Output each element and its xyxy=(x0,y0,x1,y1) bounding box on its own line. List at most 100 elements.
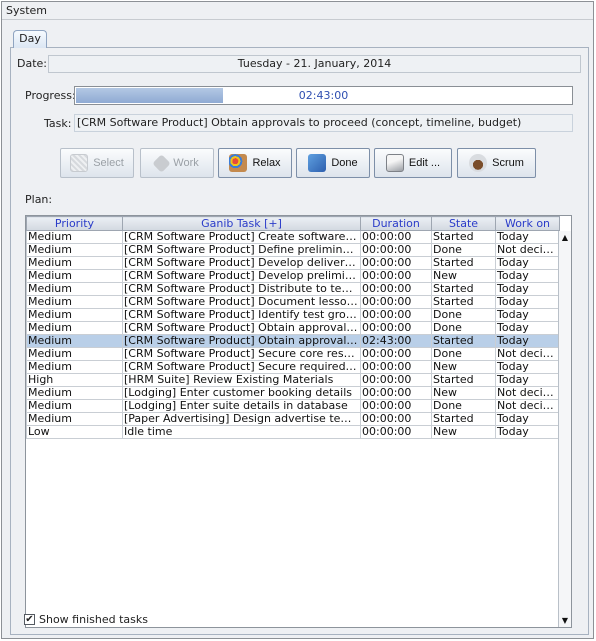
cell-work-on: Today xyxy=(495,373,560,387)
cell-work-on: Today xyxy=(495,425,560,439)
table-row[interactable]: Medium [CRM Software Product] Obtain appr… xyxy=(26,334,560,348)
show-finished-label[interactable]: Show finished tasks xyxy=(39,613,148,626)
cell-work-on: Today xyxy=(495,295,560,309)
relax-icon xyxy=(229,154,248,172)
cell-task: [CRM Software Product] Define preliminar… xyxy=(122,243,361,257)
cell-duration: 00:00:00 xyxy=(360,412,432,426)
plan-table[interactable]: Priority Ganib Task [+] Duration State W… xyxy=(25,215,572,628)
table-row[interactable]: Medium [Lodging] Enter customer booking d… xyxy=(26,386,560,400)
table-row[interactable]: Medium [CRM Software Product] Develop pre… xyxy=(26,269,560,283)
cell-priority: Medium xyxy=(26,282,123,296)
cell-state: Started xyxy=(431,282,496,296)
cell-duration: 00:00:00 xyxy=(360,230,432,244)
work-icon xyxy=(152,153,171,173)
cell-work-on: Not decided xyxy=(495,386,560,400)
scroll-up-icon[interactable]: ▲ xyxy=(559,231,571,244)
cell-duration: 02:43:00 xyxy=(360,334,432,348)
cell-state: Started xyxy=(431,412,496,426)
cell-work-on: Today xyxy=(495,321,560,335)
table-row[interactable]: Medium [Lodging] Enter suite details in d… xyxy=(26,399,560,413)
progress-bar: 02:43:00 xyxy=(74,86,573,105)
cell-state: New xyxy=(431,269,496,283)
cell-state: Started xyxy=(431,334,496,348)
cell-state: Started xyxy=(431,295,496,309)
col-header-work-on[interactable]: Work on xyxy=(495,216,560,231)
col-header-task[interactable]: Ganib Task [+] xyxy=(122,216,361,231)
cell-duration: 00:00:00 xyxy=(360,425,432,439)
cell-state: New xyxy=(431,386,496,400)
done-button[interactable]: Done xyxy=(296,148,370,178)
col-header-priority[interactable]: Priority xyxy=(26,216,123,231)
table-row[interactable]: Medium [CRM Software Product] Secure requ… xyxy=(26,360,560,374)
scrum-button[interactable]: Scrum xyxy=(457,148,536,178)
table-row[interactable]: Medium [CRM Software Product] Create soft… xyxy=(26,230,560,244)
table-row[interactable]: Medium [CRM Software Product] Develop del… xyxy=(26,256,560,270)
cell-duration: 00:00:00 xyxy=(360,360,432,374)
progress-value: 02:43:00 xyxy=(298,89,349,102)
cell-state: Started xyxy=(431,230,496,244)
table-row[interactable]: Medium [CRM Software Product] Secure core… xyxy=(26,347,560,361)
cell-work-on: Today xyxy=(495,334,560,348)
plan-label: Plan: xyxy=(25,193,53,206)
table-row[interactable]: Medium [Paper Advertising] Design adverti… xyxy=(26,412,560,426)
cell-priority: Medium xyxy=(26,295,123,309)
cell-duration: 00:00:00 xyxy=(360,386,432,400)
cell-state: Started xyxy=(431,373,496,387)
cell-duration: 00:00:00 xyxy=(360,373,432,387)
relax-button[interactable]: Relax xyxy=(218,148,292,178)
progress-label: Progress: xyxy=(25,89,76,102)
day-panel: Date: Tuesday - 21. January, 2014 Progre… xyxy=(10,47,589,635)
cell-task: [Paper Advertising] Design advertise tem… xyxy=(122,412,361,426)
cell-priority: Medium xyxy=(26,269,123,283)
select-icon xyxy=(70,154,89,172)
table-row[interactable]: Low Idle time 00:00:00 New Today xyxy=(26,425,560,439)
select-button[interactable]: Select xyxy=(60,148,134,178)
cell-state: Done xyxy=(431,308,496,322)
cell-priority: Medium xyxy=(26,360,123,374)
cell-work-on: Today xyxy=(495,256,560,270)
cell-task: [Lodging] Enter customer booking details xyxy=(122,386,361,400)
table-row[interactable]: Medium [CRM Software Product] Document le… xyxy=(26,295,560,309)
col-header-duration[interactable]: Duration xyxy=(360,216,432,231)
table-row[interactable]: High [HRM Suite] Review Existing Material… xyxy=(26,373,560,387)
table-scrollbar[interactable]: ▲ ▼ xyxy=(558,231,571,627)
tab-day[interactable]: Day xyxy=(13,30,47,48)
show-finished-checkbox[interactable]: ✔ xyxy=(24,614,35,625)
cell-duration: 00:00:00 xyxy=(360,321,432,335)
cell-work-on: Today xyxy=(495,269,560,283)
cell-task: [CRM Software Product] Secure required r… xyxy=(122,360,361,374)
table-row[interactable]: Medium [CRM Software Product] Distribute … xyxy=(26,282,560,296)
edit-button[interactable]: Edit ... xyxy=(374,148,452,178)
scroll-down-icon[interactable]: ▼ xyxy=(559,614,571,627)
cell-duration: 00:00:00 xyxy=(360,269,432,283)
table-row[interactable]: Medium [CRM Software Product] Identify te… xyxy=(26,308,560,322)
edit-icon xyxy=(385,154,404,172)
cell-task: Idle time xyxy=(122,425,361,439)
cell-task: [CRM Software Product] Document lessons … xyxy=(122,295,361,309)
date-label: Date: xyxy=(17,57,47,70)
cell-priority: Medium xyxy=(26,256,123,270)
cell-priority: Medium xyxy=(26,308,123,322)
table-row[interactable]: Medium [CRM Software Product] Define prel… xyxy=(26,243,560,257)
cell-priority: Medium xyxy=(26,399,123,413)
cell-state: New xyxy=(431,425,496,439)
work-button[interactable]: Work xyxy=(140,148,214,178)
cell-duration: 00:00:00 xyxy=(360,243,432,257)
menu-system[interactable]: System xyxy=(6,4,47,17)
cell-task: [CRM Software Product] Obtain approvals … xyxy=(122,334,361,348)
cell-duration: 00:00:00 xyxy=(360,347,432,361)
scrum-icon xyxy=(469,154,488,172)
cell-task: [CRM Software Product] Distribute to tea… xyxy=(122,282,361,296)
cell-priority: Medium xyxy=(26,386,123,400)
cell-task: [Lodging] Enter suite details in databas… xyxy=(122,399,361,413)
cell-priority: High xyxy=(26,373,123,387)
cell-task: [CRM Software Product] Obtain approval t… xyxy=(122,321,361,335)
cell-state: New xyxy=(431,360,496,374)
col-header-state[interactable]: State xyxy=(431,216,496,231)
cell-duration: 00:00:00 xyxy=(360,282,432,296)
cell-duration: 00:00:00 xyxy=(360,308,432,322)
cell-priority: Medium xyxy=(26,321,123,335)
table-row[interactable]: Medium [CRM Software Product] Obtain appr… xyxy=(26,321,560,335)
task-label: Task: xyxy=(44,117,72,130)
table-header-row: Priority Ganib Task [+] Duration State W… xyxy=(26,216,560,231)
